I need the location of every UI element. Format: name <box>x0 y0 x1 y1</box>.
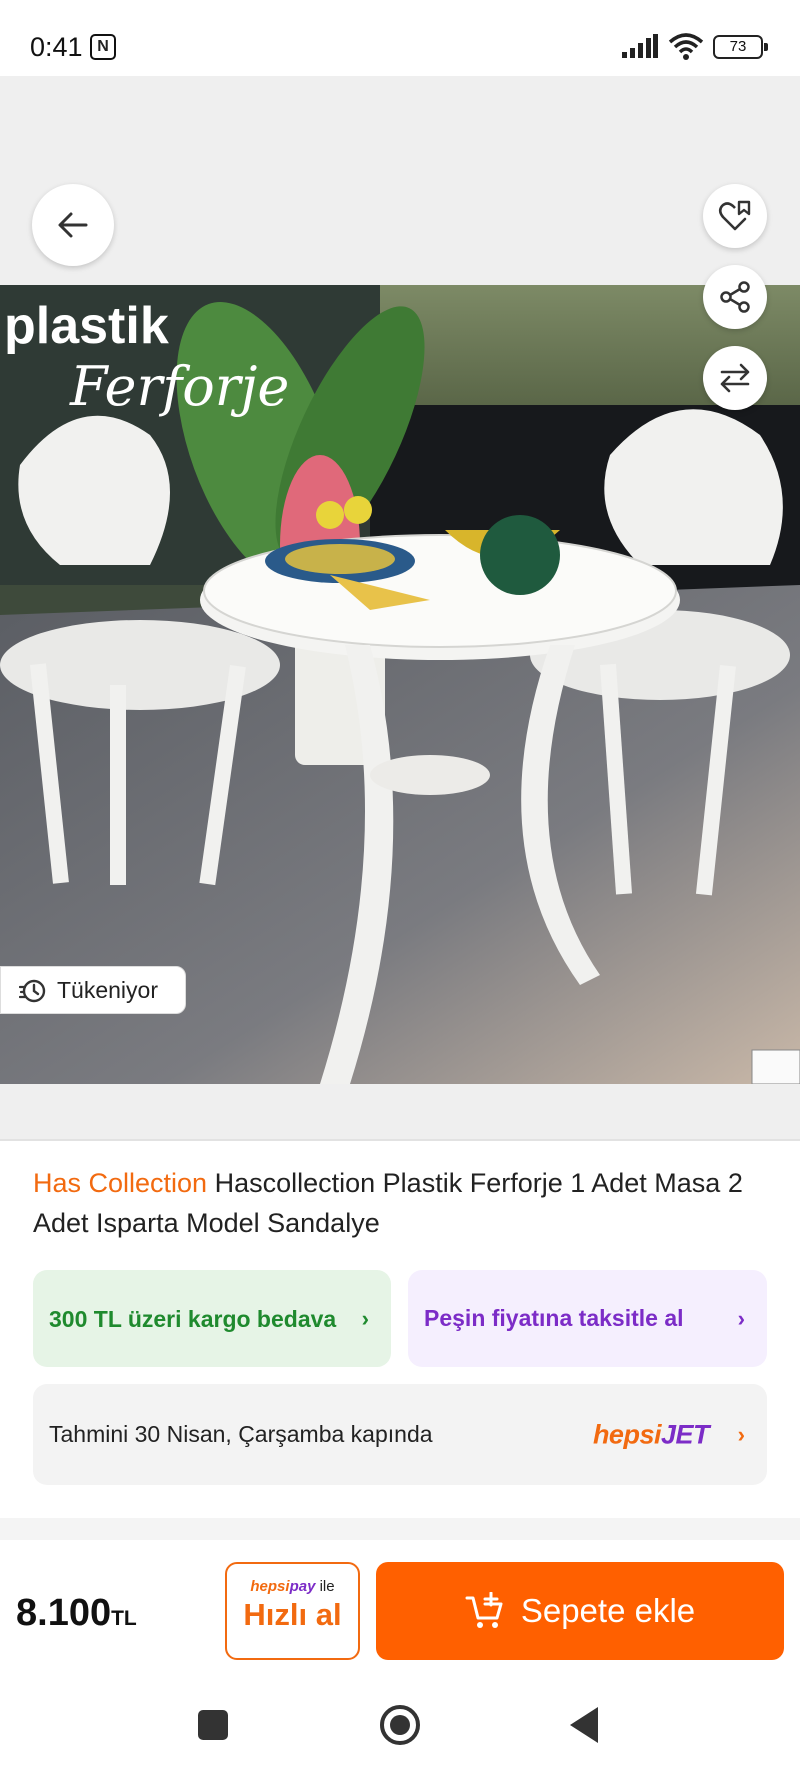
status-time: 0:41 <box>30 32 83 62</box>
price-currency: TL <box>111 1607 137 1630</box>
wifi-icon <box>668 32 704 65</box>
divider <box>0 1139 800 1141</box>
product-gallery[interactable]: plastik Ferforje Tükeniyor <box>0 76 800 1140</box>
purchase-bar: 8.100TL hepsipay ile Hızlı al Sepete ekl… <box>0 1540 800 1680</box>
installment-card[interactable]: Peşin fiyatına taksitle al › <box>408 1270 767 1367</box>
status-bar: 0:41 N 73 <box>0 0 800 76</box>
home-icon[interactable] <box>380 1705 420 1745</box>
add-to-cart-button[interactable]: Sepete ekle <box>376 1562 784 1660</box>
compare-button[interactable] <box>703 346 767 410</box>
share-button[interactable] <box>703 265 767 329</box>
recent-apps-icon[interactable] <box>198 1710 228 1740</box>
image-overlay-script: Ferforje <box>69 355 289 418</box>
back-button[interactable] <box>32 184 114 266</box>
chevron-right-icon: › <box>737 1421 745 1447</box>
price-value: 8.100 <box>16 1592 112 1634</box>
price: 8.100TL <box>16 1592 137 1635</box>
signal-icon <box>622 34 658 63</box>
stock-badge-label: Tükeniyor <box>57 976 158 1003</box>
product-title: Has Collection Hascollection Plastik Fer… <box>33 1163 773 1243</box>
quick-buy-label: Hızlı al <box>243 1597 342 1632</box>
quick-buy-button[interactable]: hepsipay ile Hızlı al <box>225 1562 360 1660</box>
chevron-right-icon: › <box>737 1305 745 1331</box>
installment-label: Peşin fiyatına taksitle al <box>424 1305 684 1331</box>
compare-arrows-icon <box>720 363 750 393</box>
share-icon <box>720 281 750 313</box>
product-image[interactable]: plastik Ferforje <box>0 285 800 1084</box>
arrow-left-icon <box>58 212 88 238</box>
product-detail-page: 0:41 N 73 plastik Ferforje Tükeniyor Has… <box>0 0 800 1777</box>
free-shipping-label: 300 TL üzeri kargo bedava <box>49 1305 337 1332</box>
favorite-button[interactable] <box>703 184 767 248</box>
heart-bookmark-icon <box>718 200 751 231</box>
nfc-icon: N <box>90 34 116 60</box>
delivery-estimate-label: Tahmini 30 Nisan, Çarşamba kapında <box>49 1421 433 1447</box>
delivery-estimate-card[interactable]: Tahmini 30 Nisan, Çarşamba kapında hepsi… <box>33 1384 767 1485</box>
stock-badge: Tükeniyor <box>0 966 186 1014</box>
cart-add-icon <box>465 1592 503 1628</box>
system-nav-bar <box>0 1680 800 1777</box>
chevron-right-icon: › <box>361 1305 369 1331</box>
brand-link[interactable]: Has Collection <box>33 1168 207 1198</box>
back-triangle-icon[interactable] <box>570 1707 598 1743</box>
section-separator <box>0 1518 800 1540</box>
image-overlay-text: plastik <box>4 297 169 355</box>
add-to-cart-label: Sepete ekle <box>520 1592 696 1629</box>
hepsijet-logo: hepsiJET <box>592 1419 710 1449</box>
timer-icon <box>19 979 46 1003</box>
free-shipping-card[interactable]: 300 TL üzeri kargo bedava › <box>33 1270 391 1367</box>
hepsipay-logo: hepsipay ile <box>250 1578 335 1595</box>
battery-icon: 73 <box>713 35 768 59</box>
